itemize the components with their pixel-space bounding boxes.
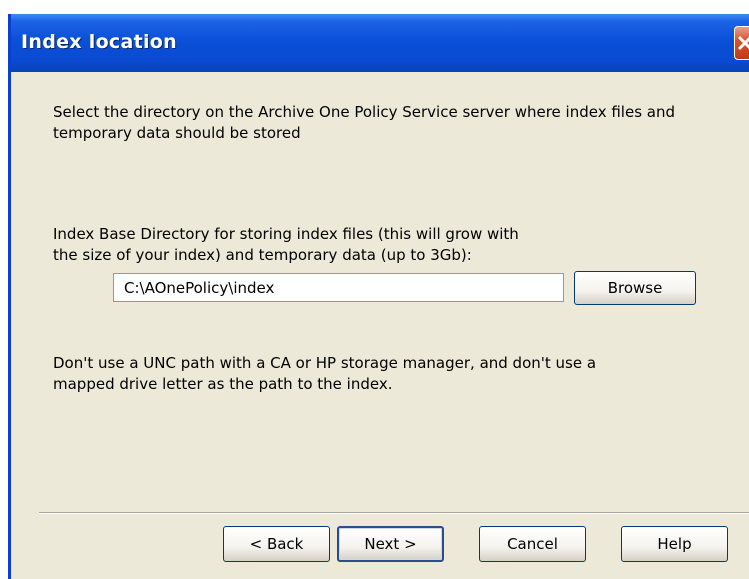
- next-button[interactable]: Next >: [337, 526, 444, 562]
- close-icon: [737, 35, 749, 51]
- cancel-button[interactable]: Cancel: [479, 526, 586, 562]
- dialog-window: Index location Select the directory on t…: [8, 14, 749, 579]
- browse-button[interactable]: Browse: [574, 271, 696, 305]
- warning-text: Don't use a UNC path with a CA or HP sto…: [53, 353, 693, 395]
- index-directory-label-line2: the size of your index) and temporary da…: [53, 246, 472, 264]
- warning-text-line2: mapped drive letter as the path to the i…: [53, 375, 393, 393]
- footer-separator: [39, 512, 749, 514]
- warning-text-line1: Don't use a UNC path with a CA or HP sto…: [53, 354, 597, 372]
- back-button[interactable]: < Back: [223, 526, 330, 562]
- title-bar[interactable]: Index location: [11, 14, 749, 72]
- help-button[interactable]: Help: [621, 526, 728, 562]
- index-directory-label: Index Base Directory for storing index f…: [53, 224, 613, 266]
- instructions-text: Select the directory on the Archive One …: [53, 103, 676, 142]
- index-directory-label-line1: Index Base Directory for storing index f…: [53, 225, 519, 243]
- window-title: Index location: [21, 31, 177, 53]
- close-button[interactable]: [734, 26, 749, 60]
- index-path-input[interactable]: [113, 273, 564, 302]
